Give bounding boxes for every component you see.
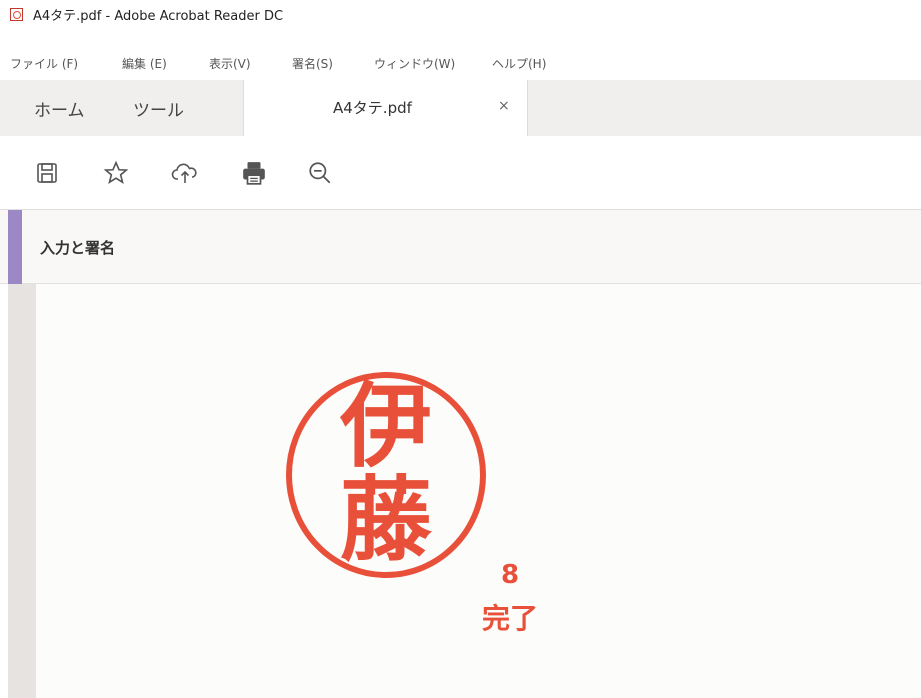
title-bar: A4タテ.pdf - Adobe Acrobat Reader DC — [0, 0, 921, 26]
tab-home[interactable]: ホーム — [34, 80, 85, 136]
hanko-stamp[interactable]: 伊 藤 — [284, 370, 488, 580]
fill-sign-panel-header — [0, 210, 921, 284]
toolbar — [0, 136, 921, 210]
step-label: 完了 — [481, 602, 538, 635]
menu-edit[interactable]: 編集 (E) — [122, 55, 167, 72]
star-icon[interactable] — [101, 158, 131, 188]
panel-accent-bar — [8, 210, 22, 284]
acrobat-app-icon — [10, 8, 23, 21]
left-rail — [8, 284, 36, 698]
tab-document-label: A4タテ.pdf — [333, 99, 412, 117]
menu-sign[interactable]: 署名(S) — [292, 55, 333, 72]
stamp-char-1: 伊 — [339, 372, 432, 480]
panel-title: 入力と署名 — [40, 239, 116, 257]
tab-tools[interactable]: ツール — [133, 80, 184, 136]
cloud-upload-icon[interactable] — [170, 158, 200, 188]
menu-view[interactable]: 表示(V) — [209, 55, 251, 72]
window-title: A4タテ.pdf - Adobe Acrobat Reader DC — [33, 9, 284, 24]
save-icon[interactable] — [32, 158, 62, 188]
zoom-out-icon[interactable] — [305, 158, 335, 188]
tab-close-button[interactable]: × — [498, 98, 510, 114]
step-number: 8 — [500, 560, 520, 590]
stamp-char-2: 藤 — [339, 466, 432, 574]
print-icon[interactable] — [239, 158, 269, 188]
menu-window[interactable]: ウィンドウ(W) — [374, 55, 455, 72]
menu-file[interactable]: ファイル (F) — [10, 55, 78, 72]
menu-help[interactable]: ヘルプ(H) — [492, 55, 546, 72]
